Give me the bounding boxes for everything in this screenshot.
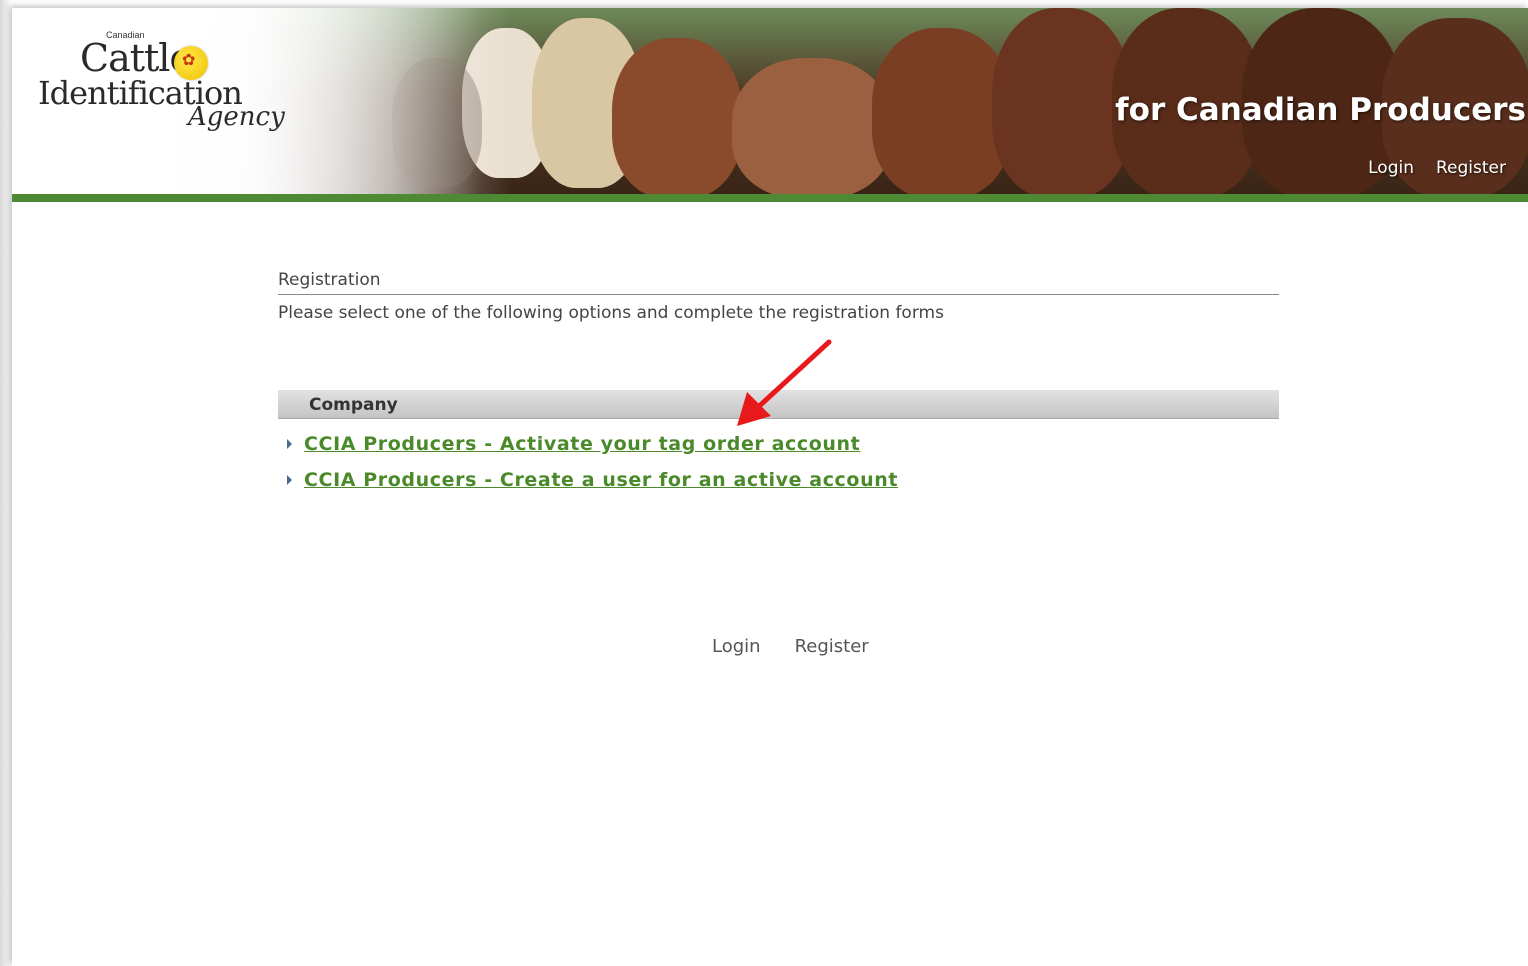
page: Canadian Cattle ✿ Identification Agency … xyxy=(12,8,1528,966)
header-tagline: for Canadian Producers xyxy=(1115,92,1526,128)
create-user-active-account-link[interactable]: CCIA Producers - Create a user for an ac… xyxy=(304,469,898,491)
activate-tag-order-account-link[interactable]: CCIA Producers - Activate your tag order… xyxy=(304,433,860,455)
page-title: Registration xyxy=(278,270,1279,295)
triangle-right-icon xyxy=(287,439,292,449)
registration-panel: Registration Please select one of the fo… xyxy=(278,270,1279,491)
ccia-logo[interactable]: Canadian Cattle ✿ Identification Agency xyxy=(36,30,296,140)
list-item: CCIA Producers - Create a user for an ac… xyxy=(287,469,898,491)
header-nav: Login Register xyxy=(1368,158,1506,178)
header-login-link[interactable]: Login xyxy=(1368,158,1414,178)
page-subtitle: Please select one of the following optio… xyxy=(278,303,944,323)
annotation-arrow-icon xyxy=(737,339,832,426)
section-title: Company xyxy=(309,395,398,415)
footer-register-link[interactable]: Register xyxy=(795,636,869,657)
cow-shape xyxy=(992,8,1132,194)
cow-shape xyxy=(872,28,1012,194)
cow-shape xyxy=(612,38,742,194)
header-divider xyxy=(12,194,1528,202)
maple-leaf-icon: ✿ xyxy=(182,50,196,69)
header-banner: Canadian Cattle ✿ Identification Agency … xyxy=(12,8,1528,194)
list-item: CCIA Producers - Activate your tag order… xyxy=(287,433,860,455)
footer-login-link[interactable]: Login xyxy=(712,636,761,657)
footer-nav: Login Register xyxy=(712,636,869,657)
header-register-link[interactable]: Register xyxy=(1436,158,1506,178)
logo-line-agency: Agency xyxy=(188,102,285,132)
triangle-right-icon xyxy=(287,475,292,485)
cow-shape xyxy=(732,58,892,194)
